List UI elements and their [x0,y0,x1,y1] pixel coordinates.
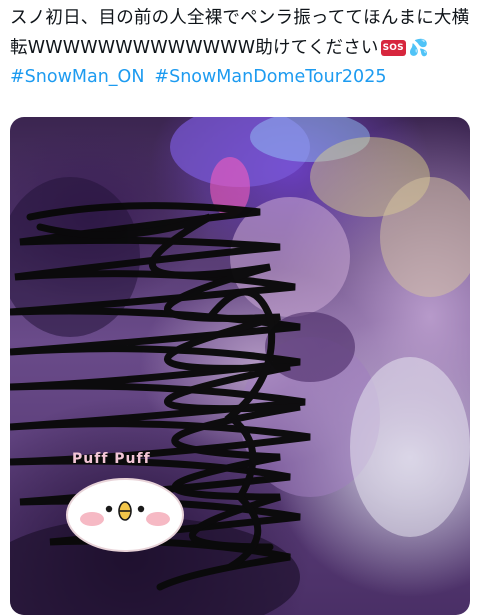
hashtag-link[interactable]: #SnowManDomeTour2025 [154,67,386,87]
tweet-photo[interactable]: Puff Puff [10,117,470,615]
tweet-text: スノ初日、目の前の人全裸でペンラ振っててほんまに大横転WWWWWWWWWWWWW… [10,4,472,63]
sos-icon: SOS [380,40,406,56]
hashtag-link[interactable]: #SnowMan_ON [10,67,144,87]
sweat-drops-icon: 💦 [408,38,429,57]
kanahei-sticker [66,478,184,552]
hashtag-row: #SnowMan_ON #SnowManDomeTour2025 [10,63,386,92]
